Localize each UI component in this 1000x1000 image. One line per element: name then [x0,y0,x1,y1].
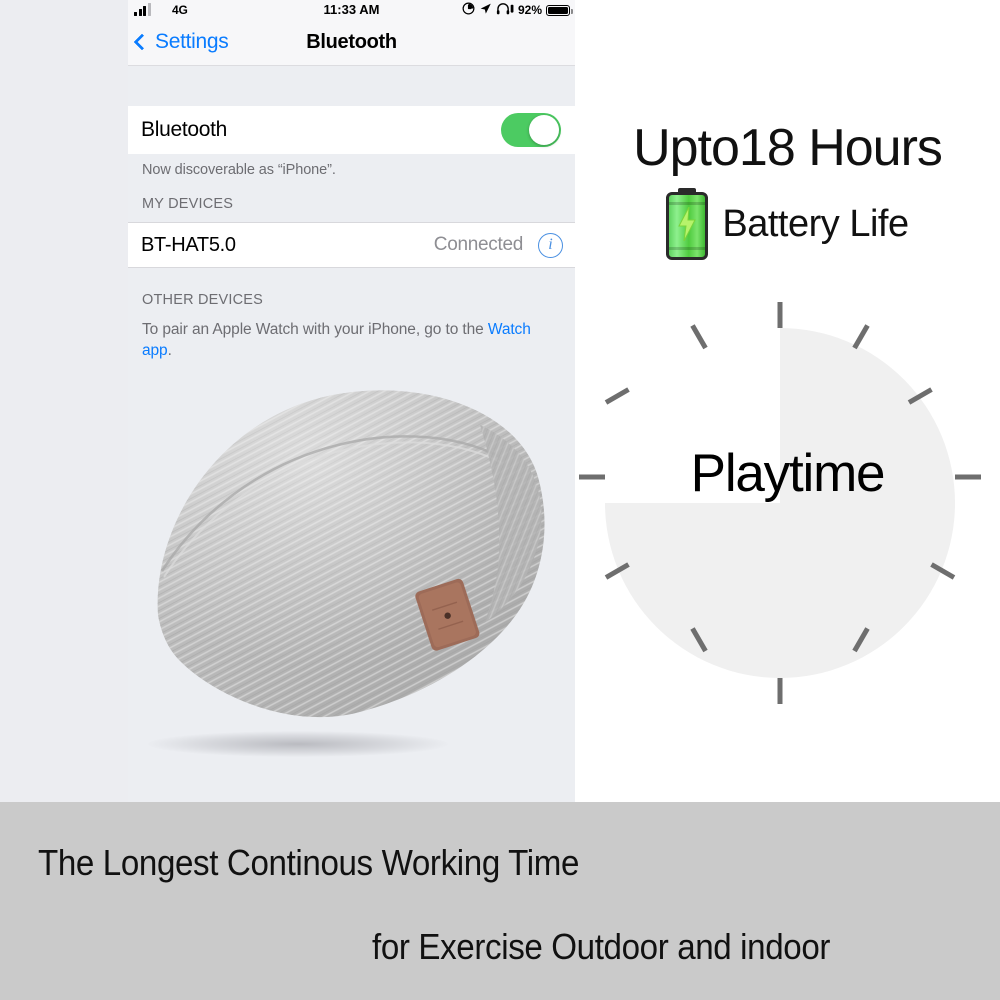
toggle-knob [529,115,559,145]
device-status: Connected [433,234,524,255]
pair-text-before: To pair an Apple Watch with your iPhone,… [142,321,488,338]
headphones-battery-icon [496,2,514,18]
bluetooth-toggle-switch[interactable] [501,113,561,147]
content-spacer [128,66,575,106]
device-row-bt-hat[interactable]: BT-HAT5.0 Connected i [128,222,575,268]
bottom-banner: The Longest Continous Working Time for E… [0,802,1000,1000]
pair-watch-text: To pair an Apple Watch with your iPhone,… [128,314,575,362]
battery-life-line: Battery Life [575,188,1000,260]
product-photo-beanie [128,365,575,785]
status-bar: 4G 11:33 AM 92% [128,0,575,22]
nav-bar: Settings Bluetooth [128,22,575,66]
pie-slice-q3 [605,503,780,678]
banner-line-1: The Longest Continous Working Time [38,842,580,883]
iphone-screenshot: 4G 11:33 AM 92% Settings Bluetooth Bluet… [128,0,575,802]
discoverable-note: Now discoverable as “iPhone”. [142,162,336,178]
playtime-clock-chart [575,290,1000,720]
battery-icon [546,4,573,16]
product-infographic: 4G 11:33 AM 92% Settings Bluetooth Bluet… [0,0,1000,1000]
alarm-icon [462,2,475,18]
discoverable-block: Now discoverable as “iPhone”. MY DEVICES [128,154,575,222]
status-bar-right-group: 92% [462,2,573,18]
device-name: BT-HAT5.0 [141,233,236,256]
banner-line-2: for Exercise Outdoor and indoor [372,926,831,967]
pie-slice-q2 [780,503,955,678]
battery-charging-icon [666,188,709,260]
battery-life-label: Battery Life [722,202,909,245]
bluetooth-row-label: Bluetooth [141,118,228,141]
page-title: Bluetooth [306,31,397,53]
hours-headline: Upto18 Hours [633,119,943,177]
pair-text-after: . [167,341,172,359]
location-arrow-icon [479,2,492,18]
battery-percent-label: 92% [517,3,542,17]
bluetooth-toggle-row[interactable]: Bluetooth [128,106,575,154]
info-circle-icon[interactable]: i [538,232,563,258]
other-devices-header: OTHER DEVICES [142,292,264,308]
playtime-chart-title: Playtime [690,444,886,503]
my-devices-header: MY DEVICES [142,196,234,212]
